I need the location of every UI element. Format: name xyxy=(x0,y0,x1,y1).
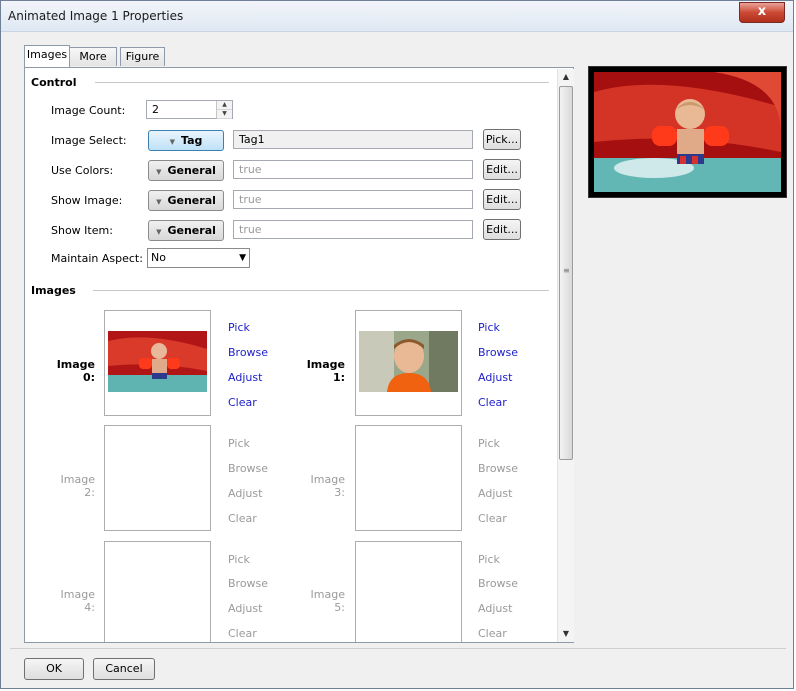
image-2-clear-link: Clear xyxy=(228,512,257,525)
image-3-thumbnail xyxy=(355,425,462,531)
image-select-mode-label: Tag xyxy=(181,134,203,147)
show-image-mode-label: General xyxy=(167,194,216,207)
image-0-browse-link[interactable]: Browse xyxy=(228,346,268,359)
image-1-label: Image 1: xyxy=(306,358,345,384)
images-section-header: Images xyxy=(31,284,82,297)
show-item-mode-dropdown[interactable]: ▼ General xyxy=(148,220,224,241)
image-3-pick-link: Pick xyxy=(478,437,500,450)
scroll-up-icon[interactable]: ▲ xyxy=(558,69,574,85)
image-2-pick-link: Pick xyxy=(228,437,250,450)
image-count-stepper[interactable]: 2 ▲ ▼ xyxy=(146,100,233,119)
show-image-mode-dropdown[interactable]: ▼ General xyxy=(148,190,224,211)
image-2-label: Image 2: xyxy=(60,473,95,499)
footer-separator xyxy=(10,648,786,649)
image-5-clear-link: Clear xyxy=(478,627,507,640)
image-0-pick-link[interactable]: Pick xyxy=(228,321,250,334)
image-count-value: 2 xyxy=(152,103,159,116)
animation-preview xyxy=(588,66,787,198)
image-5-label: Image 5: xyxy=(310,588,345,614)
spin-up-icon[interactable]: ▲ xyxy=(217,101,232,110)
image-select-field[interactable]: Tag1 xyxy=(233,130,473,149)
maintain-aspect-select[interactable]: No ▼ xyxy=(147,248,250,268)
tab-figure[interactable]: Figure xyxy=(120,47,165,66)
tab-images[interactable]: Images xyxy=(24,45,70,67)
show-item-label: Show Item: xyxy=(51,224,113,237)
images-divider xyxy=(93,290,549,291)
use-colors-mode-dropdown[interactable]: ▼ General xyxy=(148,160,224,181)
image-4-label: Image 4: xyxy=(60,588,95,614)
use-colors-placeholder: true xyxy=(239,163,262,176)
tab-more[interactable]: More xyxy=(69,47,117,66)
image-select-label: Image Select: xyxy=(51,134,127,147)
image-1-pick-link[interactable]: Pick xyxy=(478,321,500,334)
image-4-browse-link: Browse xyxy=(228,577,269,590)
image-3-label: Image 3: xyxy=(310,473,345,499)
dropdown-triangle-icon: ▼ xyxy=(156,228,162,236)
vertical-scrollbar[interactable]: ▲ ≡ ▼ xyxy=(557,69,574,642)
image-5-thumbnail xyxy=(355,541,462,642)
image-3-browse-link: Browse xyxy=(478,462,519,475)
show-item-edit-button[interactable]: Edit... xyxy=(483,219,521,240)
image-2-browse-link: Browse xyxy=(228,462,269,475)
dropdown-triangle-icon: ▼ xyxy=(156,168,162,176)
dropdown-triangle-icon: ▼ xyxy=(169,138,175,146)
dropdown-triangle-icon: ▼ xyxy=(156,198,162,206)
image-1-clear-link[interactable]: Clear xyxy=(478,396,507,409)
pick-button[interactable]: Pick... xyxy=(483,129,521,150)
preview-photo xyxy=(594,72,781,192)
window-title: Animated Image 1 Properties xyxy=(8,9,184,23)
image-4-clear-link: Clear xyxy=(228,627,257,640)
maintain-aspect-value: No xyxy=(151,251,166,264)
title-bar: Animated Image 1 Properties x xyxy=(1,1,793,32)
show-item-placeholder: true xyxy=(239,223,262,236)
image-3-clear-link: Clear xyxy=(478,512,507,525)
show-image-label: Show Image: xyxy=(51,194,123,207)
image-1-thumbnail[interactable] xyxy=(355,310,462,416)
close-button[interactable]: x xyxy=(739,2,785,23)
image-0-label: Image 0: xyxy=(56,358,95,384)
use-colors-mode-label: General xyxy=(167,164,216,177)
show-image-edit-button[interactable]: Edit... xyxy=(483,189,521,210)
use-colors-field[interactable]: true xyxy=(233,160,473,179)
grip-icon: ≡ xyxy=(563,266,570,275)
image-4-pick-link: Pick xyxy=(228,553,250,566)
image-2-adjust-link: Adjust xyxy=(228,487,263,500)
cancel-button[interactable]: Cancel xyxy=(93,658,155,680)
image-0-photo xyxy=(108,331,207,392)
image-1-photo xyxy=(359,331,458,392)
image-5-browse-link: Browse xyxy=(478,577,519,590)
image-4-thumbnail xyxy=(104,541,211,642)
show-image-field[interactable]: true xyxy=(233,190,473,209)
control-section-header: Control xyxy=(31,76,83,89)
scroll-down-icon[interactable]: ▼ xyxy=(558,626,574,642)
image-2-thumbnail xyxy=(104,425,211,531)
image-0-adjust-link[interactable]: Adjust xyxy=(228,371,262,384)
use-colors-edit-button[interactable]: Edit... xyxy=(483,159,521,180)
image-3-adjust-link: Adjust xyxy=(478,487,513,500)
show-item-field[interactable]: true xyxy=(233,220,473,239)
image-1-adjust-link[interactable]: Adjust xyxy=(478,371,512,384)
spin-buttons[interactable]: ▲ ▼ xyxy=(216,101,232,119)
chevron-down-icon: ▼ xyxy=(239,253,246,263)
image-0-clear-link[interactable]: Clear xyxy=(228,396,257,409)
image-5-pick-link: Pick xyxy=(478,553,500,566)
use-colors-label: Use Colors: xyxy=(51,164,114,177)
images-tab-panel: Control Image Count: 2 ▲ ▼ Image Select: … xyxy=(24,67,574,643)
maintain-aspect-label: Maintain Aspect: xyxy=(51,252,143,265)
spin-down-icon[interactable]: ▼ xyxy=(217,110,232,119)
image-0-thumbnail[interactable] xyxy=(104,310,211,416)
ok-button[interactable]: OK xyxy=(24,658,84,680)
image-4-adjust-link: Adjust xyxy=(228,602,263,615)
show-item-mode-label: General xyxy=(167,224,216,237)
image-1-browse-link[interactable]: Browse xyxy=(478,346,518,359)
scrollbar-thumb[interactable]: ≡ xyxy=(559,86,573,460)
show-image-placeholder: true xyxy=(239,193,262,206)
image-5-adjust-link: Adjust xyxy=(478,602,513,615)
image-select-mode-dropdown[interactable]: ▼ Tag xyxy=(148,130,224,151)
image-count-label: Image Count: xyxy=(51,104,126,117)
control-divider xyxy=(95,82,549,83)
